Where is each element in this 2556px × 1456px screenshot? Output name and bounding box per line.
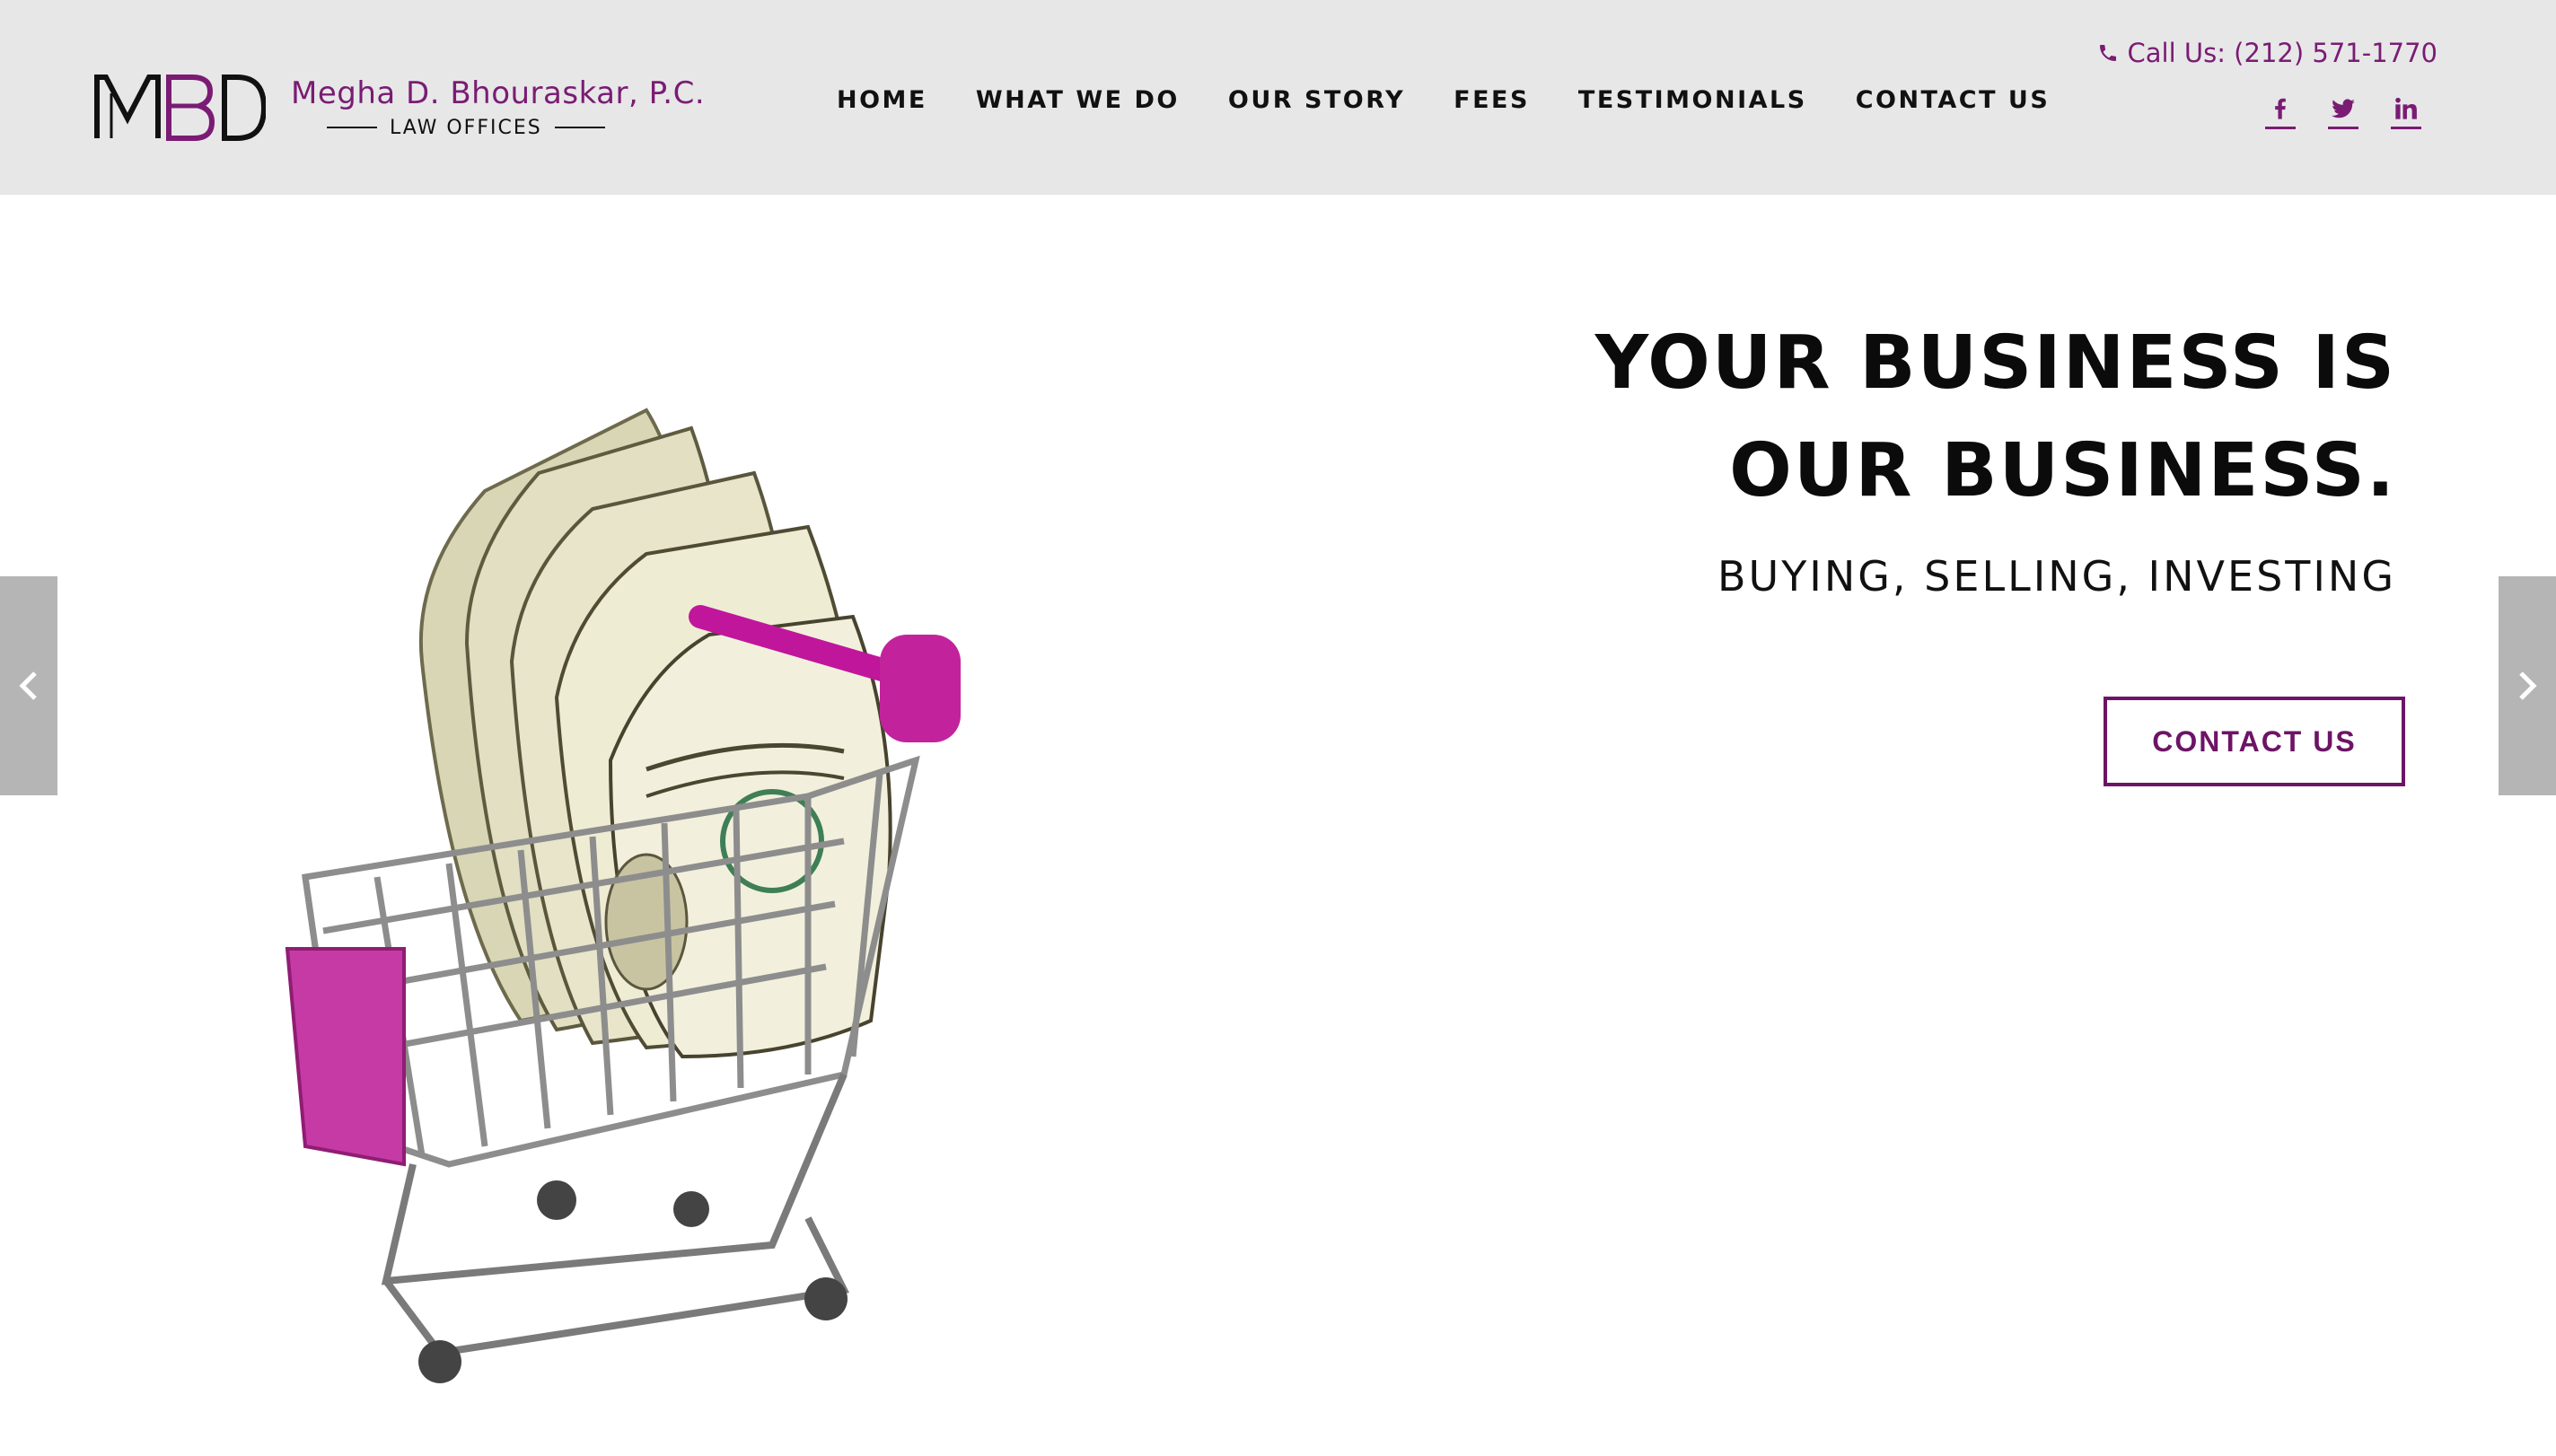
phone-icon	[2099, 45, 2116, 61]
hero-slider: YOUR BUSINESS IS OUR BUSINESS. BUYING, S…	[0, 195, 2556, 1456]
firm-subtitle: LAW OFFICES	[390, 116, 542, 139]
hero-headline: YOUR BUSINESS IS OUR BUSINESS.	[1595, 310, 2396, 525]
hero-subheading: BUYING, SELLING, INVESTING	[1717, 552, 2396, 601]
twitter-link[interactable]	[2328, 90, 2358, 129]
chevron-left-icon	[19, 671, 37, 700]
social-links	[2265, 90, 2421, 129]
facebook-link[interactable]	[2265, 90, 2296, 129]
dollar-bills-illustration	[418, 408, 892, 1059]
linkedin-link[interactable]	[2391, 90, 2421, 129]
nav-testimonials[interactable]: TESTIMONIALS	[1578, 86, 1807, 114]
twitter-icon	[2332, 98, 2355, 118]
chevron-right-icon	[2519, 671, 2537, 700]
site-header: Megha D. Bhouraskar, P.C. LAW OFFICES HO…	[0, 0, 2556, 195]
phone-link[interactable]: Call Us: (212) 571-1770	[2097, 38, 2438, 68]
headline-line-2: OUR BUSINESS.	[1729, 428, 2396, 513]
linkedin-icon	[2395, 97, 2417, 119]
nav-our-story[interactable]: OUR STORY	[1228, 86, 1405, 114]
contact-us-button[interactable]: CONTACT US	[2104, 697, 2405, 786]
facebook-icon	[2275, 98, 2286, 119]
slider-prev-button[interactable]	[0, 576, 57, 795]
divider	[554, 127, 605, 128]
site-logo[interactable]: Megha D. Bhouraskar, P.C. LAW OFFICES	[93, 66, 722, 147]
firm-name: Megha D. Bhouraskar, P.C.	[291, 75, 706, 111]
nav-contact-us[interactable]: CONTACT US	[1856, 86, 2051, 114]
divider	[327, 127, 377, 128]
cart-frame	[381, 1073, 850, 1357]
headline-line-1: YOUR BUSINESS IS	[1594, 320, 2396, 406]
nav-what-we-do[interactable]: WHAT WE DO	[976, 86, 1180, 114]
nav-home[interactable]: HOME	[837, 86, 927, 114]
main-nav: HOME WHAT WE DO OUR STORY FEES TESTIMONI…	[837, 86, 2050, 114]
shopping-cart-money-image	[285, 408, 961, 1383]
mbd-monogram-logo	[94, 75, 266, 141]
phone-number: Call Us: (212) 571-1770	[2127, 38, 2438, 68]
slider-next-button[interactable]	[2499, 576, 2556, 795]
nav-fees[interactable]: FEES	[1454, 86, 1530, 114]
